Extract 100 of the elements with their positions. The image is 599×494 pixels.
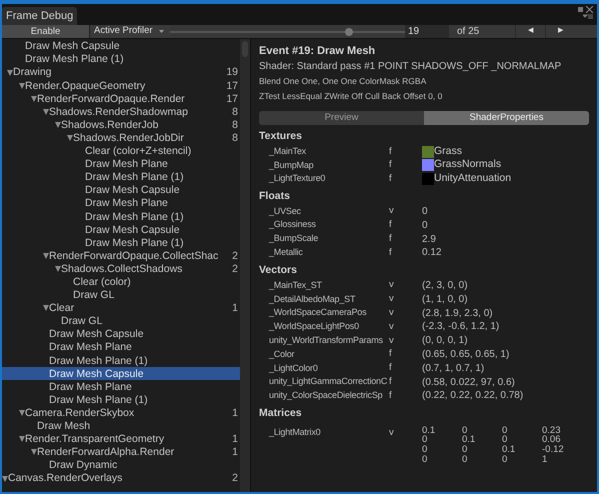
tree-item-label: Shadows.CollectShadows — [61, 264, 184, 274]
property-type: f — [389, 388, 393, 403]
tree-item-label: Draw Mesh Plane — [49, 342, 133, 353]
tree-item-label: Draw Mesh Plane — [85, 198, 169, 209]
tree-item[interactable]: Draw Mesh Capsule — [2, 328, 240, 342]
tree-item[interactable]: Draw Mesh Plane (1) — [2, 236, 240, 250]
tree-item-label: RenderForwardOpaque.CollectShac — [49, 250, 220, 262]
expanded-triangle-icon[interactable] — [43, 109, 49, 116]
expanded-triangle-icon[interactable] — [19, 410, 25, 416]
expanded-triangle-icon[interactable] — [43, 253, 49, 260]
tree-item[interactable]: Shadows.RenderJobDir 8 — [2, 132, 240, 145]
tree-item[interactable]: RenderForwardOpaque.Render 17 — [2, 92, 240, 106]
tree-item[interactable]: RenderForwardAlpha.Render 1 — [2, 446, 240, 459]
expanded-triangle-icon[interactable] — [55, 266, 61, 272]
matrix-value: 0.1 — [422, 426, 436, 436]
tree-item[interactable]: Draw Mesh Plane — [2, 158, 240, 171]
tree-item[interactable]: Draw Mesh Capsule — [2, 223, 240, 236]
property-type: f — [389, 347, 393, 362]
tree-item[interactable]: Camera.RenderSkybox 1 — [2, 406, 240, 420]
tree-item[interactable]: Clear (color+Z+stencil) — [2, 144, 240, 158]
close-icon[interactable] — [586, 6, 593, 13]
property-name: _DetailAlbedoMap_ST — [268, 292, 356, 306]
event-count: 1 — [232, 434, 238, 445]
property-type: f — [389, 246, 393, 260]
tree-item[interactable]: Draw Mesh Capsule — [2, 40, 240, 54]
tree-item[interactable]: Draw Mesh Capsule — [2, 184, 240, 198]
matrix-value: 0 — [422, 435, 428, 446]
tree-item[interactable]: Draw Mesh Plane (1) — [2, 354, 240, 368]
property-type: f — [389, 375, 393, 390]
property-type: v — [389, 306, 395, 320]
expanded-triangle-icon[interactable] — [31, 449, 37, 456]
tree-item[interactable]: Draw Mesh Plane — [2, 341, 240, 354]
menu-icon[interactable] — [583, 14, 593, 19]
event-number-field[interactable]: 19 — [405, 25, 449, 38]
tree-item-label: Draw GL — [73, 290, 116, 301]
matrix-value: 0 — [462, 445, 468, 455]
tree-item[interactable]: Draw Mesh Capsule — [2, 367, 240, 380]
tree-item[interactable]: Render.OpaqueGeometry 17 — [2, 79, 240, 92]
expanded-triangle-icon[interactable] — [67, 135, 73, 142]
tree-item-label: Draw Mesh Capsule — [85, 185, 181, 196]
expanded-triangle-icon[interactable] — [31, 96, 37, 102]
tree-item[interactable]: Draw GL — [2, 314, 240, 328]
matrix-value: 0.23 — [542, 426, 562, 436]
tab[interactable]: ShaderProperties — [424, 111, 589, 125]
tree-item[interactable]: Draw Mesh Plane — [2, 380, 240, 394]
property-type: v — [389, 334, 395, 348]
expanded-triangle-icon[interactable] — [2, 476, 8, 482]
property-name: _WorldSpaceCameraPos — [268, 306, 368, 320]
expanded-triangle-icon[interactable] — [19, 82, 25, 89]
tree-item-label: Canvas.RenderOverlays — [8, 473, 124, 484]
tree-item[interactable]: Canvas.RenderOverlays 2 — [2, 472, 240, 486]
tree-item[interactable]: Draw Mesh Plane (1) — [2, 53, 240, 66]
property-type: f — [389, 172, 393, 186]
event-count: 8 — [232, 120, 238, 130]
tree-item[interactable]: Shadows.RenderShadowmap 8 — [2, 105, 240, 119]
expanded-triangle-icon[interactable] — [7, 70, 13, 76]
tree-item[interactable]: Shadows.CollectShadows 2 — [2, 262, 240, 276]
tree-item[interactable]: RenderForwardOpaque.CollectShac 2 — [2, 250, 240, 263]
tree-item[interactable]: Drawing 19 — [2, 66, 240, 80]
tree-item[interactable]: Draw Mesh — [2, 420, 240, 433]
tree-item-label: Clear — [49, 303, 76, 314]
tree-item[interactable]: Draw Mesh Plane (1) — [2, 170, 240, 184]
expanded-triangle-icon[interactable] — [19, 436, 25, 442]
event-count: 19 — [226, 67, 238, 78]
scrollbar[interactable] — [240, 39, 250, 492]
tree-item[interactable]: Clear 1 — [2, 302, 240, 315]
matrix-value: 0.1 — [462, 435, 476, 446]
tree-item-label: Draw Mesh Plane (1) — [85, 172, 185, 183]
tree-item-label: Draw Mesh Capsule — [85, 224, 181, 236]
tree-item[interactable]: Draw Dynamic — [2, 459, 240, 472]
tab[interactable]: Preview — [259, 111, 424, 125]
tree-item-label: Clear (color+Z+stencil) — [85, 146, 192, 157]
property-name: _LightTexture0 — [268, 172, 326, 185]
property-value: (2.8, 1.9, 2.3, 0) — [422, 306, 493, 321]
tree-item[interactable]: Draw Mesh Plane (1) — [2, 394, 240, 407]
property-type: f — [389, 218, 393, 232]
tree-item-label: Draw Mesh Plane — [85, 159, 169, 170]
property-value: (1, 1, 0, 0) — [422, 292, 468, 307]
tree-item[interactable]: Clear (color) — [2, 276, 240, 289]
matrix-value: 0 — [502, 435, 508, 446]
tree-item-label: Shadows.RenderShadowmap — [49, 106, 189, 118]
tree-item-label: Draw Mesh Capsule — [49, 368, 145, 380]
tree-item[interactable]: Shadows.RenderJob 8 — [2, 118, 240, 132]
tree-item[interactable]: Render.TransparentGeometry 1 — [2, 432, 240, 446]
expanded-triangle-icon[interactable] — [43, 305, 49, 312]
matrix-value: 0.06 — [542, 435, 560, 446]
expanded-triangle-icon[interactable] — [55, 122, 61, 128]
tree-item-label: Shadows.RenderJob — [61, 120, 160, 130]
ztest-info: ZTest LessEqual ZWrite Off Cull Back Offset 0, 0 — [259, 90, 444, 103]
property-value: (0, 0, 0, 1) — [422, 334, 468, 348]
tree-item-label: Draw Mesh Plane (1) — [25, 54, 125, 65]
window-tab[interactable]: Frame Debug — [2, 7, 78, 25]
tree-item-label: Draw Mesh Plane (1) — [85, 212, 185, 222]
property-value: 0 — [422, 218, 428, 233]
tree-item[interactable]: Draw Mesh Plane (1) — [2, 210, 240, 224]
enable-button[interactable]: Enable — [2, 25, 90, 38]
tree-item[interactable]: Draw Mesh Plane — [2, 197, 240, 210]
property-name: _BumpScale — [268, 232, 320, 246]
tree-item[interactable]: Draw GL — [2, 288, 240, 302]
property-value: 2.9 — [422, 232, 436, 246]
